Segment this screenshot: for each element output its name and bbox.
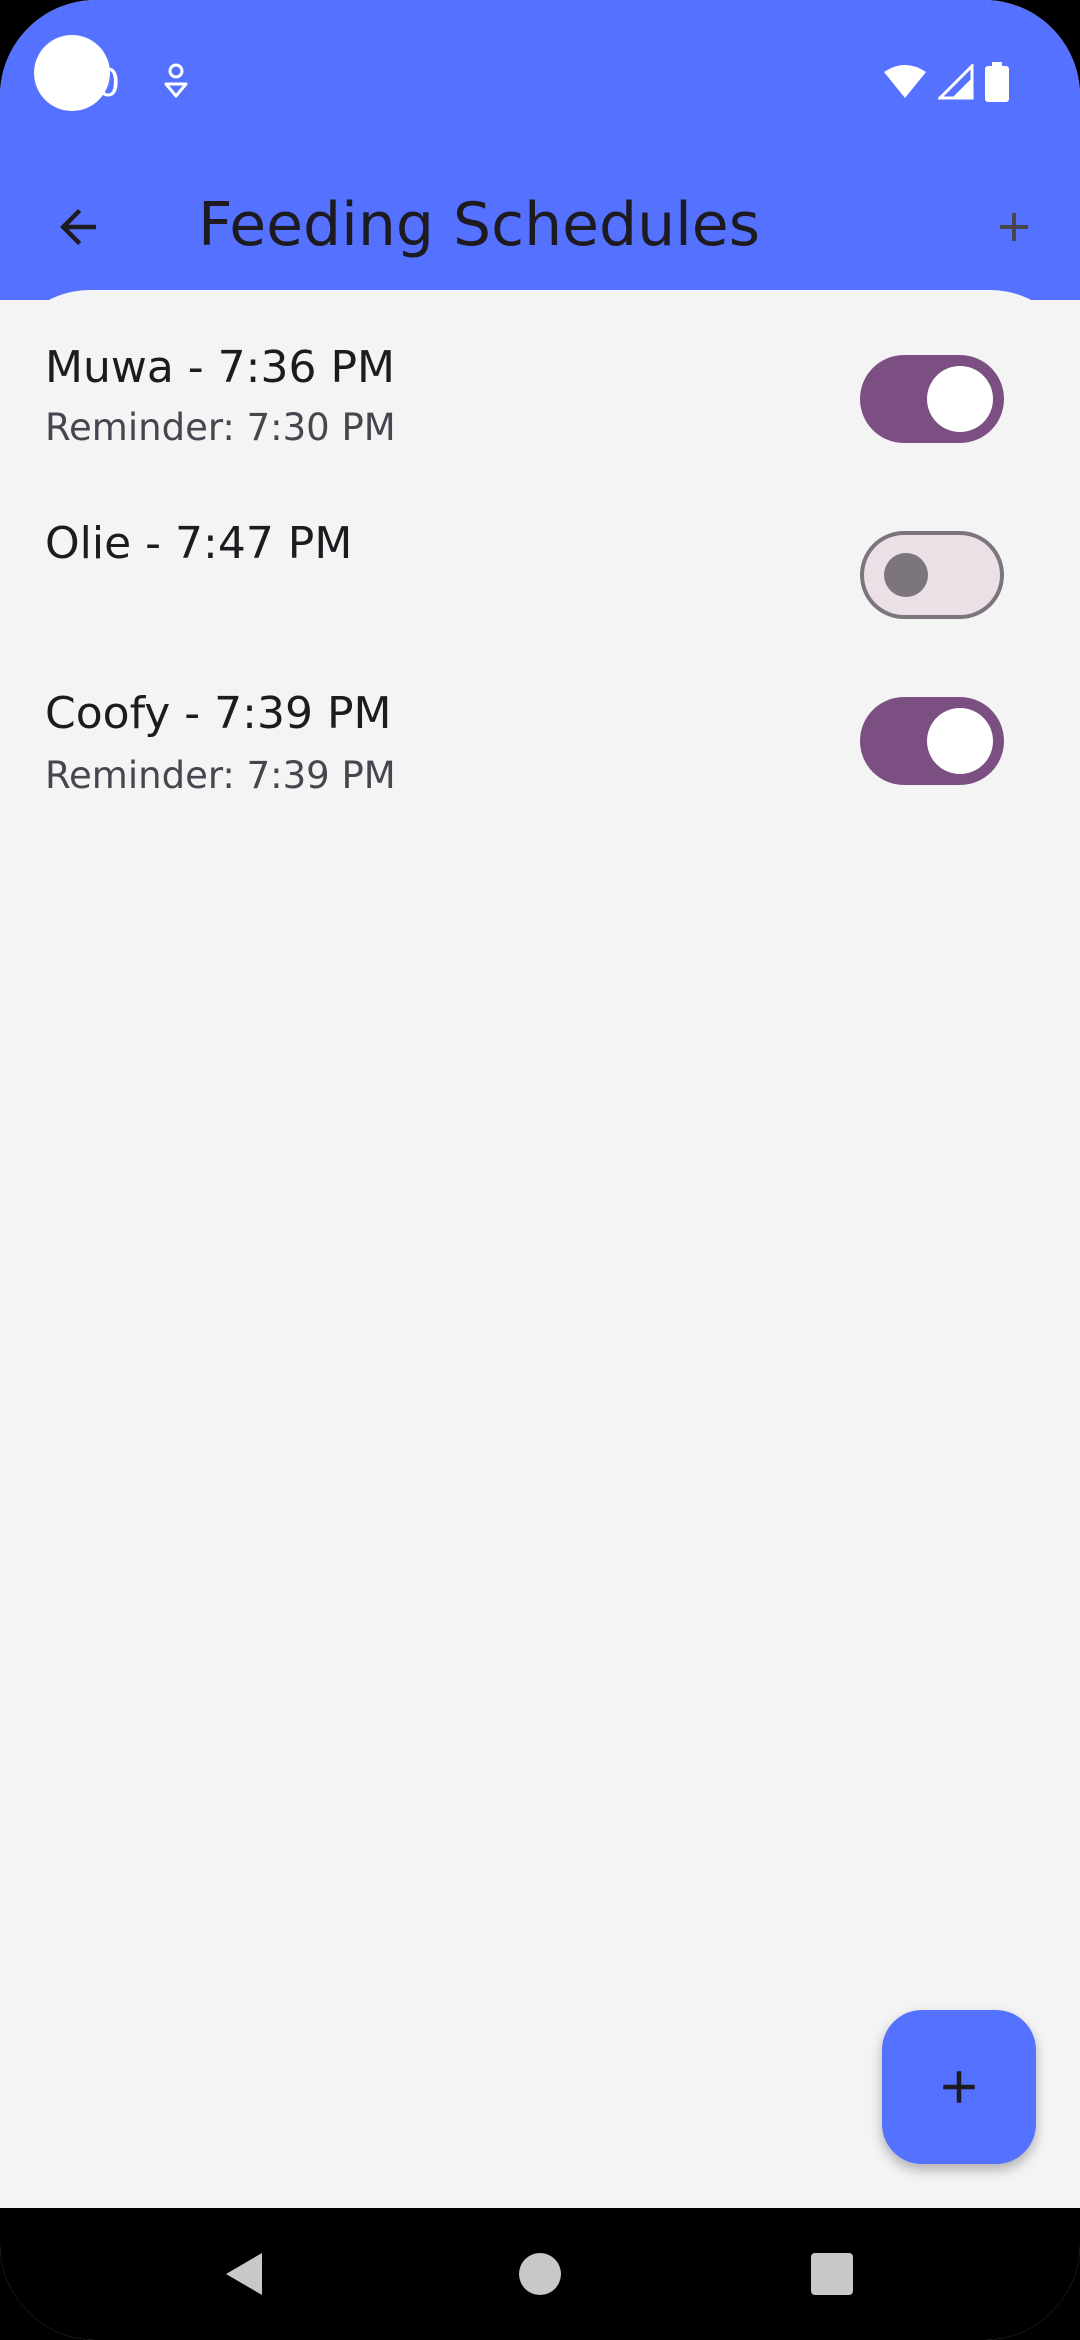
battery-icon: [985, 62, 1009, 102]
schedule-item-muwa[interactable]: Muwa - 7:36 PM Reminder: 7:30 PM: [0, 310, 1080, 486]
schedule-reminder: Reminder: 7:39 PM: [45, 754, 396, 797]
status-bar: 0: [0, 0, 1080, 165]
back-button[interactable]: [36, 185, 120, 269]
home-circle-icon: [519, 2253, 561, 2295]
schedule-item-olie[interactable]: Olie - 7:47 PM: [0, 486, 1080, 662]
status-icons: [882, 60, 1010, 104]
switch-thumb: [884, 553, 928, 597]
arrow-back-icon: [60, 209, 96, 245]
schedule-list: Muwa - 7:36 PM Reminder: 7:30 PM Olie - …: [0, 290, 1080, 2208]
schedule-enabled-switch[interactable]: [860, 531, 1004, 619]
switch-thumb: [927, 708, 993, 774]
add-schedule-fab[interactable]: [882, 2010, 1036, 2164]
switch-thumb: [927, 366, 993, 432]
signal-icon: [938, 64, 974, 100]
schedule-title: Coofy - 7:39 PM: [45, 688, 392, 739]
nav-home-button[interactable]: [500, 2234, 580, 2314]
schedule-title: Olie - 7:47 PM: [45, 518, 353, 569]
schedule-enabled-switch[interactable]: [860, 697, 1004, 785]
add-icon: [1000, 213, 1028, 241]
nav-back-button[interactable]: [205, 2234, 285, 2314]
system-navigation-bar: [0, 2208, 1080, 2340]
app-bar: Feeding Schedules: [0, 165, 1080, 285]
recents-square-icon: [811, 2253, 853, 2295]
back-triangle-icon: [226, 2253, 262, 2295]
page-title: Feeding Schedules: [198, 190, 760, 260]
schedule-item-coofy[interactable]: Coofy - 7:39 PM Reminder: 7:39 PM: [0, 662, 1080, 838]
schedule-title: Muwa - 7:36 PM: [45, 342, 395, 393]
nav-recents-button[interactable]: [792, 2234, 872, 2314]
camera-cutout: [34, 35, 110, 111]
add-icon: [943, 2071, 975, 2103]
add-schedule-action-button[interactable]: [972, 185, 1056, 269]
schedule-enabled-switch[interactable]: [860, 355, 1004, 443]
screen: 0 Feeding Sc: [0, 0, 1080, 2340]
wifi-icon: [884, 65, 926, 99]
schedule-reminder: Reminder: 7:30 PM: [45, 406, 396, 449]
notification-icon: [164, 63, 188, 98]
